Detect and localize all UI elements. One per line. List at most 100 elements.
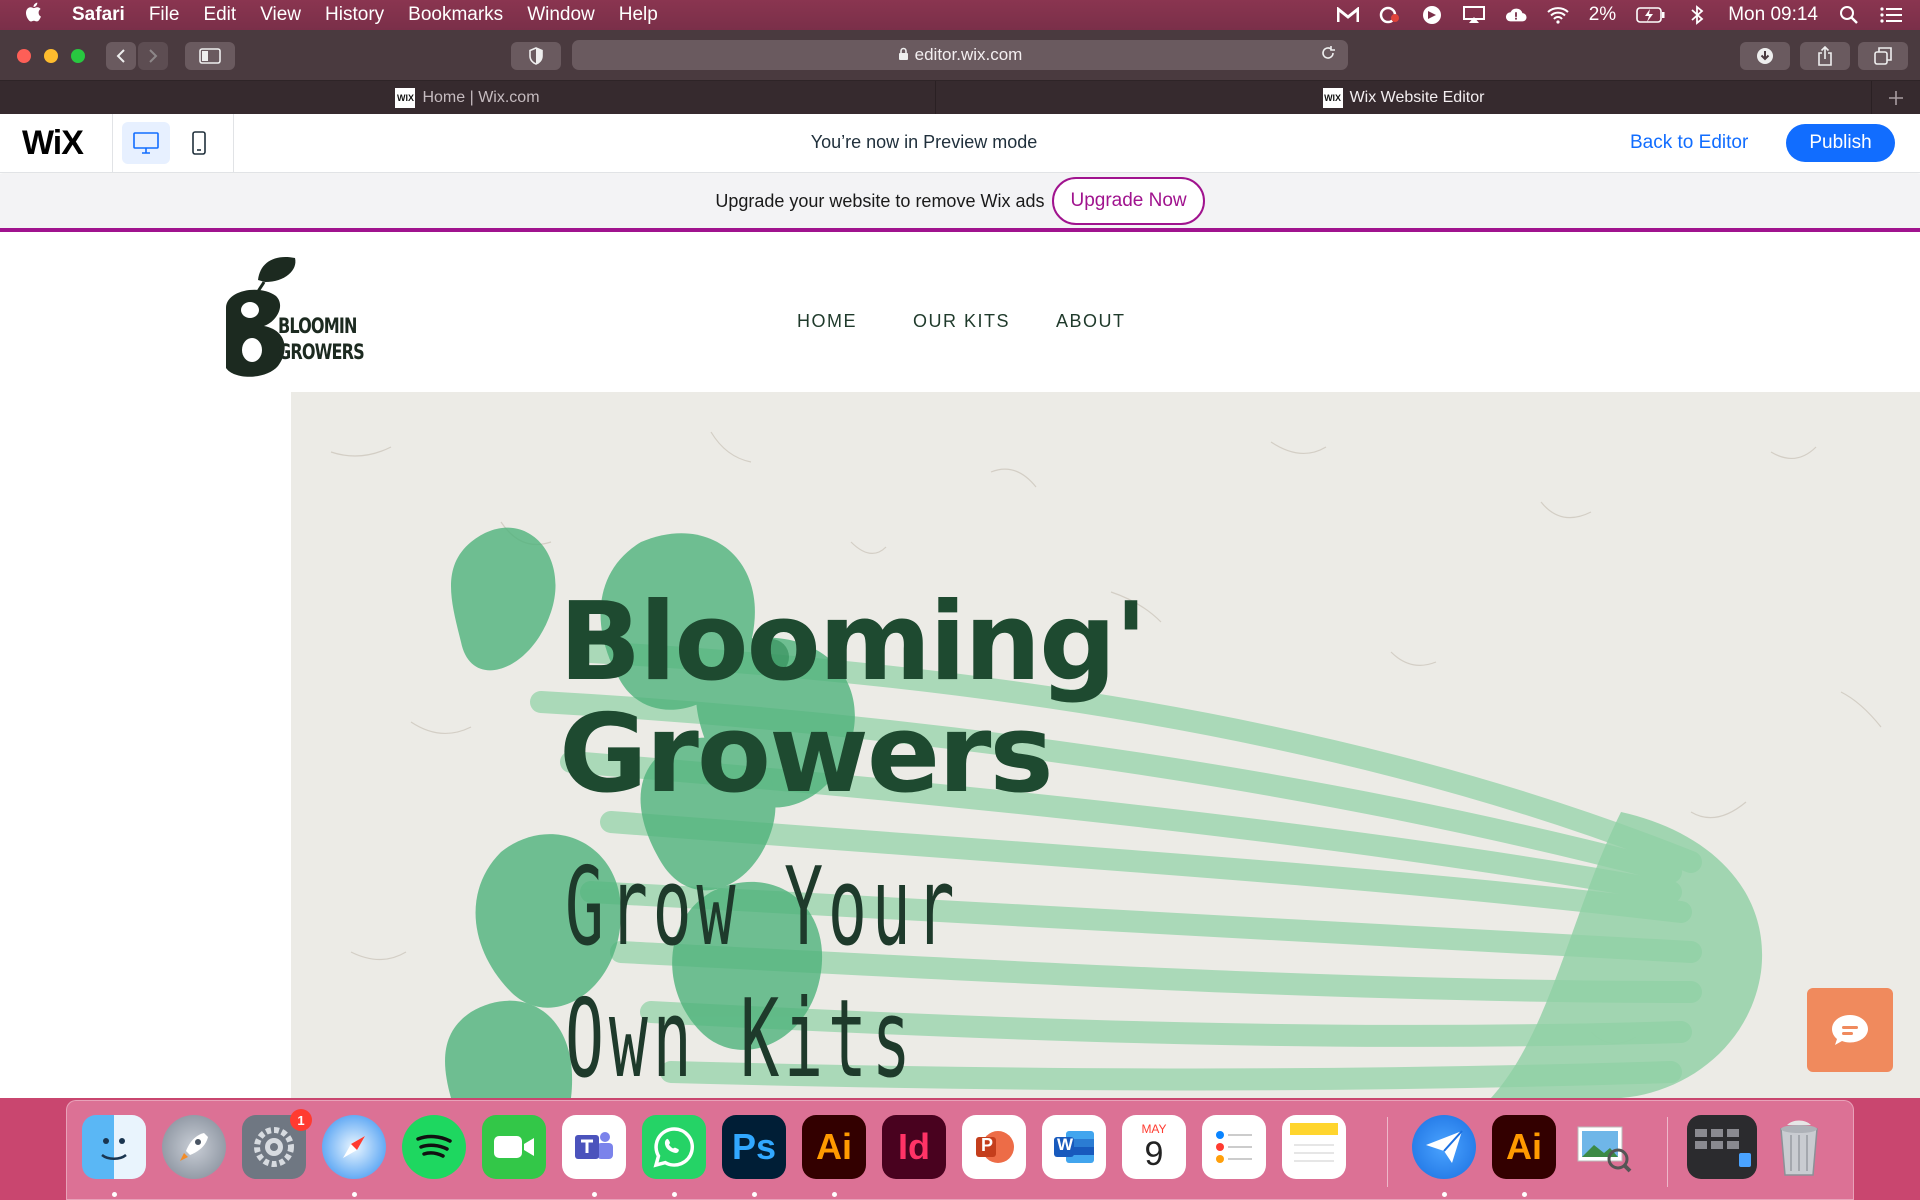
- hero-subtitle-line-2: Own Kits: [565, 977, 916, 1098]
- paper-plane-icon: [1426, 1130, 1463, 1163]
- compass-icon: [343, 1136, 365, 1158]
- indesign-dock-icon[interactable]: Id: [882, 1115, 946, 1179]
- tab-overview-button[interactable]: [1858, 42, 1908, 70]
- upgrade-now-button[interactable]: Upgrade Now: [1052, 177, 1205, 225]
- powerpoint-dock-icon[interactable]: P: [962, 1115, 1026, 1179]
- hero-subtitle-line-1: Grow Your: [565, 845, 960, 970]
- logo-line-2: GROWERS: [278, 340, 365, 364]
- sidebar-toggle-button[interactable]: [185, 42, 235, 70]
- word-letter: W: [1057, 1135, 1074, 1154]
- powerpoint-letter: P: [981, 1135, 994, 1155]
- airplay-icon[interactable]: [1462, 6, 1485, 24]
- chevron-right-icon: [149, 49, 158, 63]
- plus-icon: [1889, 90, 1903, 105]
- facetime-dock-icon[interactable]: [482, 1115, 546, 1179]
- back-to-editor-link[interactable]: Back to Editor: [1630, 132, 1748, 154]
- calendar-dock-icon[interactable]: MAY 9: [1122, 1115, 1186, 1179]
- macos-menu-bar: Safari File Edit View History Bookmarks …: [0, 0, 1920, 30]
- powerpoint-logo-icon: [976, 1131, 1014, 1163]
- whatsapp-dock-icon[interactable]: [642, 1115, 706, 1179]
- photoshop-dock-icon[interactable]: Ps: [722, 1115, 786, 1179]
- privacy-report-button[interactable]: [511, 42, 561, 70]
- downloads-button[interactable]: [1740, 42, 1790, 70]
- cloud-alert-icon[interactable]: [1505, 6, 1527, 24]
- reload-icon[interactable]: [1320, 45, 1336, 66]
- mail-status-icon[interactable]: [1336, 6, 1359, 24]
- system-preferences-dock-icon[interactable]: 1: [242, 1109, 312, 1179]
- share-button[interactable]: [1800, 42, 1850, 70]
- menu-file[interactable]: File: [149, 4, 180, 26]
- tab-wix-editor[interactable]: WIX Wix Website Editor: [936, 81, 1872, 114]
- share-icon: [1818, 46, 1832, 66]
- chat-button[interactable]: [1807, 988, 1893, 1072]
- zoom-window-button[interactable]: [71, 49, 85, 63]
- notification-center-icon[interactable]: [1880, 6, 1902, 24]
- menu-edit[interactable]: Edit: [203, 4, 236, 26]
- chat-bubble-icon: [1832, 1015, 1868, 1045]
- publish-button[interactable]: Publish: [1786, 124, 1895, 162]
- back-button[interactable]: [106, 42, 136, 70]
- address-url: editor.wix.com: [914, 45, 1023, 64]
- menu-bookmarks[interactable]: Bookmarks: [408, 4, 503, 26]
- minimize-window-button[interactable]: [44, 49, 58, 63]
- battery-charging-icon[interactable]: [1636, 6, 1666, 24]
- running-indicator: [352, 1192, 357, 1197]
- wix-favicon: WIX: [395, 87, 416, 108]
- spark-mail-dock-icon[interactable]: [1412, 1115, 1476, 1179]
- nav-about[interactable]: ABOUT: [1056, 311, 1126, 332]
- ads-message: Upgrade your website to remove Wix ads: [715, 190, 1045, 211]
- notes-dock-icon[interactable]: [1282, 1115, 1346, 1179]
- hero-title-line-2: Growers: [559, 692, 1054, 817]
- running-indicator: [592, 1192, 597, 1197]
- dock-separator: [1667, 1117, 1668, 1187]
- tab-home-wix[interactable]: WIX Home | Wix.com: [0, 81, 936, 114]
- spotify-waves-icon: [416, 1134, 452, 1158]
- spotlight-search-icon[interactable]: [1838, 6, 1860, 24]
- tab-bar: WIX Home | Wix.com WIX Wix Website Edito…: [0, 81, 1920, 114]
- launchpad-dock-icon[interactable]: [162, 1115, 226, 1179]
- apple-menu-icon[interactable]: [24, 2, 54, 28]
- address-bar[interactable]: editor.wix.com: [572, 40, 1348, 70]
- gear-icon: [254, 1127, 294, 1167]
- macos-dock: 1 Ps Ai Id P W MAY 9 Ai: [66, 1100, 1854, 1200]
- chevron-left-icon: [116, 49, 125, 63]
- hero-title-line-1: Blooming': [559, 580, 1148, 705]
- wix-preview-bar: WiX You’re now in Preview mode Back to E…: [0, 114, 1920, 173]
- vpn-status-icon[interactable]: [1421, 6, 1443, 24]
- running-indicator: [112, 1192, 117, 1197]
- mission-control-dock-icon[interactable]: [1687, 1115, 1757, 1179]
- spotify-dock-icon[interactable]: [402, 1115, 466, 1179]
- forward-button[interactable]: [138, 42, 168, 70]
- rocket-icon: [180, 1133, 208, 1161]
- illustrator-2-dock-icon[interactable]: Ai: [1492, 1115, 1556, 1179]
- reminders-dock-icon[interactable]: [1202, 1115, 1266, 1179]
- menu-clock[interactable]: Mon 09:14: [1728, 4, 1818, 26]
- nav-our-kits[interactable]: OUR KITS: [913, 311, 1010, 332]
- close-window-button[interactable]: [17, 49, 31, 63]
- menu-app-name[interactable]: Safari: [72, 4, 125, 26]
- safari-toolbar: editor.wix.com: [0, 30, 1920, 81]
- teams-dock-icon[interactable]: [562, 1115, 626, 1179]
- finder-dock-icon[interactable]: [82, 1115, 146, 1179]
- shield-icon: [529, 47, 543, 65]
- site-logo[interactable]: BLOOMIN GROWERS: [220, 250, 380, 380]
- menu-help[interactable]: Help: [619, 4, 658, 26]
- preview-photos-icon: [1577, 1126, 1632, 1173]
- preview-dock-icon[interactable]: [1572, 1115, 1636, 1179]
- bluetooth-icon[interactable]: [1686, 5, 1708, 25]
- trash-dock-icon[interactable]: [1767, 1115, 1831, 1179]
- wifi-icon[interactable]: [1547, 6, 1569, 24]
- illustrator-dock-icon[interactable]: Ai: [802, 1115, 866, 1179]
- menu-view[interactable]: View: [260, 4, 301, 26]
- word-dock-icon[interactable]: W: [1042, 1115, 1106, 1179]
- safari-dock-icon[interactable]: [322, 1115, 386, 1179]
- running-indicator: [752, 1192, 757, 1197]
- new-tab-button[interactable]: [1872, 81, 1920, 114]
- calendar-day: 9: [1144, 1135, 1164, 1173]
- menu-history[interactable]: History: [325, 4, 384, 26]
- running-indicator: [832, 1192, 837, 1197]
- sidebar-icon: [199, 48, 221, 64]
- nav-home[interactable]: HOME: [797, 311, 857, 332]
- menu-window[interactable]: Window: [527, 4, 595, 26]
- creative-cloud-icon[interactable]: [1379, 6, 1401, 24]
